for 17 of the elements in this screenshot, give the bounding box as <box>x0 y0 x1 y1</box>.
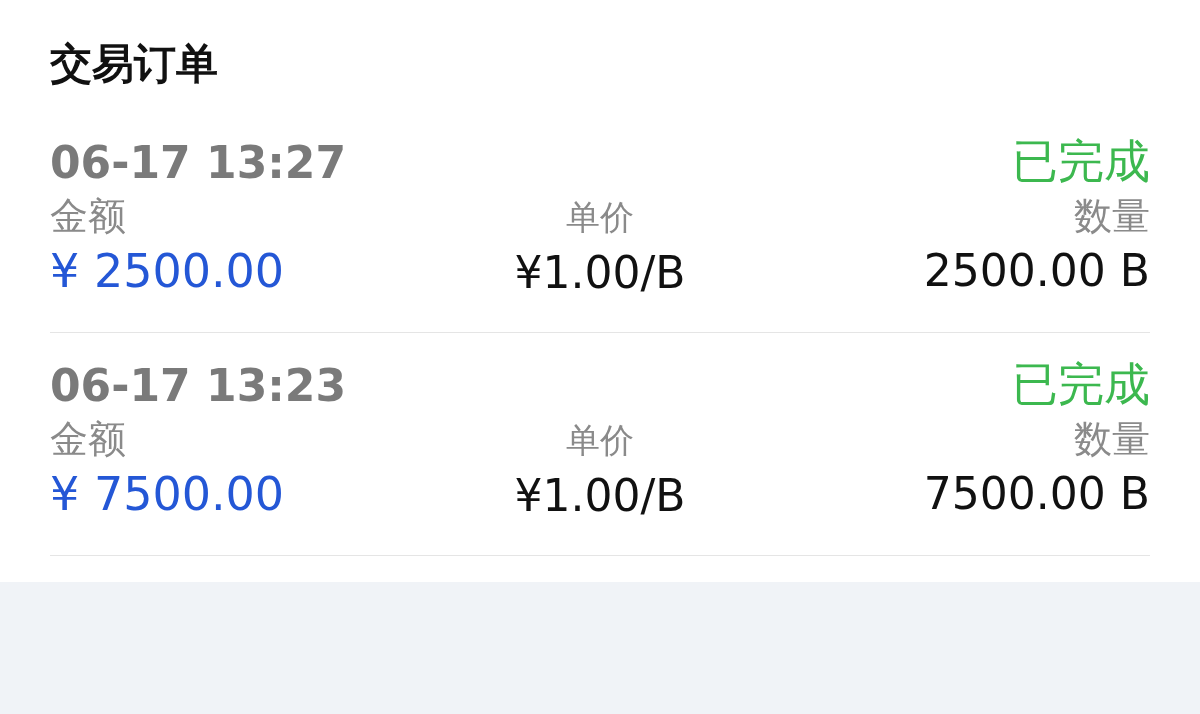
quantity-label: 数量 <box>1074 416 1150 463</box>
amount-value: ¥ 7500.00 <box>50 466 285 523</box>
quantity-value: 7500.00 B <box>923 467 1150 521</box>
price-label: 单价 <box>566 196 634 239</box>
quantity-value: 2500.00 B <box>923 244 1150 298</box>
order-status: 已完成 <box>1012 356 1150 413</box>
order-time: 06-17 13:23 <box>50 359 347 413</box>
price-value: ¥1.00/B <box>514 469 686 523</box>
price-label: 单价 <box>566 419 634 462</box>
amount-label: 金额 <box>50 193 126 240</box>
order-status: 已完成 <box>1012 133 1150 190</box>
order-time: 06-17 13:27 <box>50 136 347 190</box>
amount-value: ¥ 2500.00 <box>50 243 285 300</box>
page-title: 交易订单 <box>50 39 218 88</box>
price-value: ¥1.00/B <box>514 246 686 300</box>
amount-label: 金额 <box>50 416 126 463</box>
quantity-label: 数量 <box>1074 193 1150 240</box>
